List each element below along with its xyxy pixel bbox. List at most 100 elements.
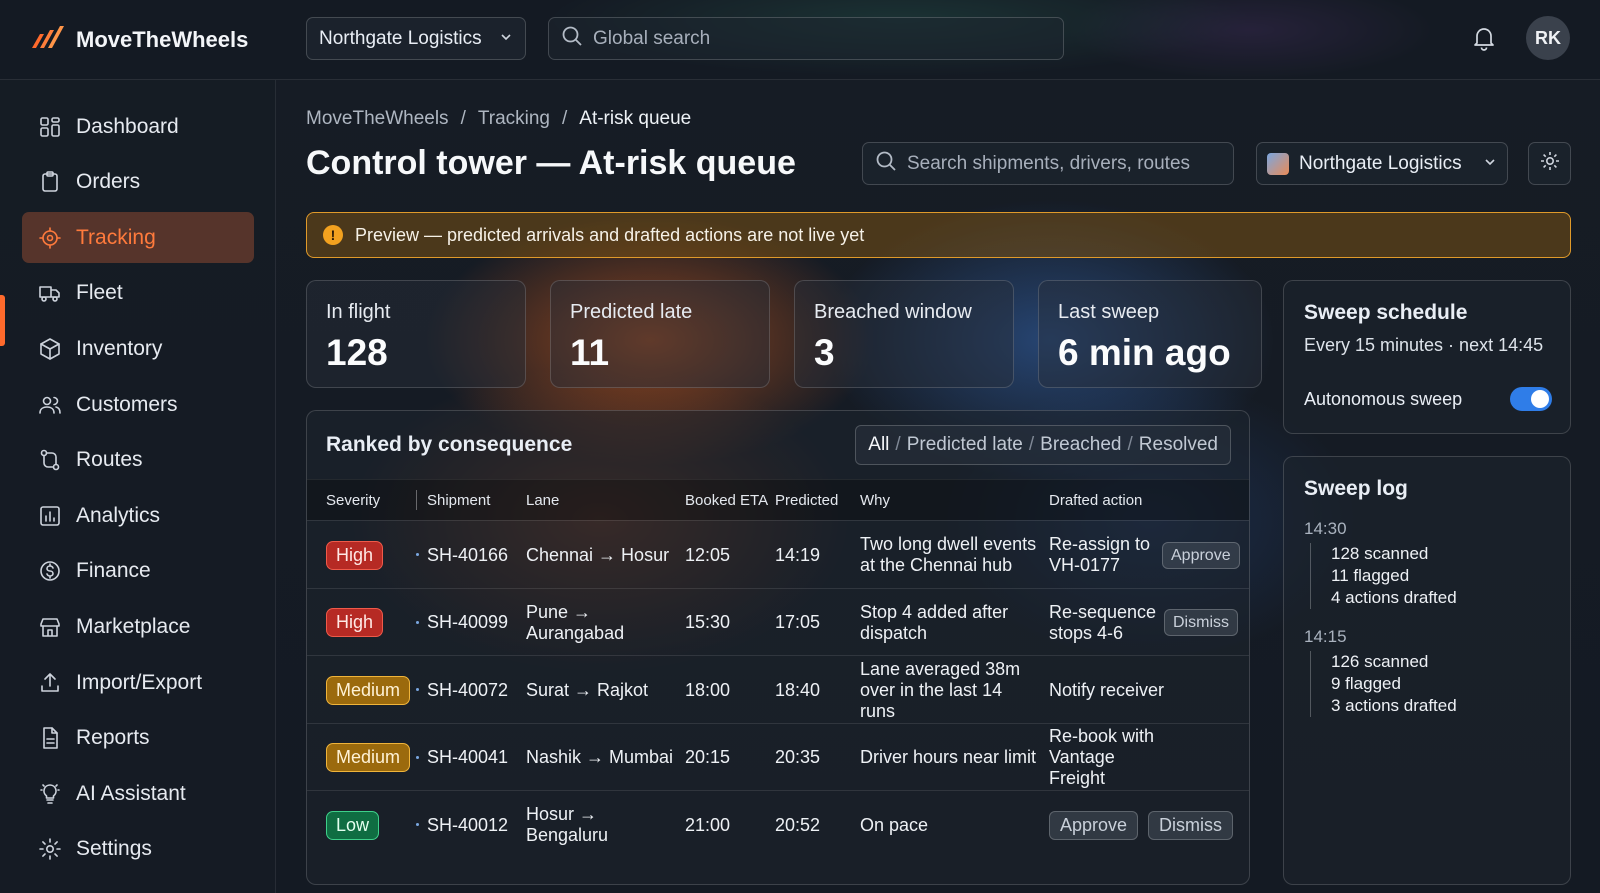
sweep-log-line: 126 scanned bbox=[1331, 652, 1429, 671]
sidebar-item-routes[interactable]: Routes bbox=[22, 435, 254, 486]
sidebar-item-customers[interactable]: Customers bbox=[22, 379, 254, 430]
search-input[interactable]: Search shipments, drivers, routes bbox=[862, 142, 1234, 185]
drafted-action: Re-assign to VH-0177 bbox=[1049, 534, 1151, 575]
autonomous-sweep-toggle[interactable] bbox=[1510, 387, 1552, 411]
sidebar-item-import-export[interactable]: Import/Export bbox=[22, 657, 254, 708]
chevron-down-icon bbox=[499, 28, 513, 50]
brand[interactable]: MoveTheWheels bbox=[30, 22, 248, 57]
table-row[interactable]: Medium SH-40041 Nashik → Mumbai 20:15 20:35 D… bbox=[307, 722, 1249, 792]
stat-predicted-late: Predicted late 11 bbox=[550, 280, 770, 388]
filter-predicted-late[interactable]: Predicted late bbox=[907, 434, 1023, 456]
severity-badge: Medium bbox=[326, 743, 411, 773]
queue-title: Ranked by consequence bbox=[326, 433, 573, 456]
column-header-shipment[interactable]: Shipment bbox=[427, 492, 490, 509]
sidebar-item-label: Marketplace bbox=[76, 614, 191, 638]
booked-eta: 18:00 bbox=[685, 679, 731, 700]
chart-icon bbox=[38, 504, 62, 528]
document-icon bbox=[38, 726, 62, 750]
table-row[interactable]: Medium SH-40072 Surat → Rajkot 18:00 18:40 La… bbox=[307, 655, 1249, 724]
column-header-predicted[interactable]: Predicted bbox=[775, 492, 838, 509]
shipment-id[interactable]: SH-40166 bbox=[427, 521, 508, 589]
sidebar-item-dashboard[interactable]: Dashboard bbox=[22, 101, 254, 152]
sweep-log-line: 11 flagged bbox=[1331, 566, 1410, 585]
approve-button[interactable]: Approve bbox=[1049, 810, 1139, 840]
preview-banner: ! Preview — predicted arrivals and draft… bbox=[306, 212, 1571, 258]
clipboard-icon bbox=[38, 170, 62, 194]
sidebar: Dashboard Orders Tracking Fleet Inventory Cus… bbox=[0, 80, 276, 893]
table-row[interactable]: High SH-40166 Chennai → Hosur 12:05 14:19 Two… bbox=[307, 520, 1249, 589]
stat-label: In flight bbox=[326, 301, 391, 323]
drafted-action: Re-sequence stops 4-6 bbox=[1049, 601, 1157, 643]
bell-icon[interactable] bbox=[1472, 25, 1496, 56]
sweep-log-line: 3 actions drafted bbox=[1331, 696, 1457, 715]
filter-all[interactable]: All bbox=[868, 434, 889, 456]
row-marker bbox=[416, 823, 419, 827]
gear-icon bbox=[38, 837, 62, 861]
active-indicator bbox=[0, 295, 5, 346]
sidebar-item-ai-assistant[interactable]: AI Assistant bbox=[22, 768, 254, 819]
shipment-id[interactable]: SH-40072 bbox=[427, 656, 508, 724]
column-header-why[interactable]: Why bbox=[860, 492, 890, 509]
shipment-id[interactable]: SH-40099 bbox=[427, 589, 508, 657]
table-row[interactable]: High SH-40099 Pune → Aurangabad 15:30 17:05 S… bbox=[307, 587, 1249, 657]
sweep-log-lines: 126 scanned 9 flagged 3 actions drafted bbox=[1310, 651, 1457, 717]
column-header-lane[interactable]: Lane bbox=[526, 492, 559, 509]
predicted-eta: 14:19 bbox=[775, 544, 821, 565]
sidebar-item-finance[interactable]: Finance bbox=[22, 546, 254, 597]
shipment-id[interactable]: SH-40012 bbox=[427, 791, 508, 859]
stat-value: 6 min ago bbox=[1058, 332, 1231, 373]
filter-breached[interactable]: Breached bbox=[1040, 434, 1121, 456]
filter-separator: / bbox=[1028, 434, 1035, 455]
autonomous-sweep-label: Autonomous sweep bbox=[1304, 388, 1463, 409]
sidebar-item-marketplace[interactable]: Marketplace bbox=[22, 601, 254, 652]
sweep-schedule-card: Sweep schedule Every 15 minutes · next 1… bbox=[1283, 280, 1571, 434]
avatar[interactable]: RK bbox=[1526, 16, 1570, 60]
brand-name: MoveTheWheels bbox=[76, 26, 249, 52]
sidebar-item-tracking[interactable]: Tracking bbox=[22, 212, 254, 264]
sidebar-item-fleet[interactable]: Fleet bbox=[22, 268, 254, 319]
filter-resolved[interactable]: Resolved bbox=[1139, 434, 1218, 456]
column-header-booked-eta[interactable]: Booked ETA bbox=[685, 492, 768, 509]
shipment-id[interactable]: SH-40041 bbox=[427, 724, 508, 792]
gear-icon bbox=[1539, 150, 1561, 177]
sweep-log-card: Sweep log 14:30 128 scanned 11 flagged 4… bbox=[1283, 456, 1571, 885]
route-icon bbox=[38, 448, 62, 472]
why: Lane averaged 38m over in the last 14 ru… bbox=[860, 658, 1021, 721]
org-selector[interactable]: Northgate Logistics bbox=[1256, 142, 1508, 185]
sidebar-item-label: AI Assistant bbox=[76, 781, 186, 805]
severity-cell: High bbox=[326, 589, 384, 657]
sidebar-item-reports[interactable]: Reports bbox=[22, 713, 254, 764]
org-selector[interactable]: Northgate Logistics bbox=[306, 17, 526, 60]
severity-badge: High bbox=[326, 608, 384, 638]
column-header-severity[interactable]: Severity bbox=[326, 492, 380, 509]
sidebar-item-label: Analytics bbox=[76, 503, 161, 527]
warning-icon: ! bbox=[323, 225, 343, 245]
breadcrumb-item-tracking[interactable]: Tracking bbox=[478, 108, 550, 130]
box-icon bbox=[38, 337, 62, 361]
table-row[interactable]: Low SH-40012 Hosur → Bengaluru 21:00 20:52 On… bbox=[307, 790, 1249, 859]
search-icon bbox=[875, 150, 897, 177]
row-marker bbox=[416, 620, 419, 624]
status-filter: All / Predicted late / Breached / Resolv… bbox=[855, 425, 1231, 465]
search-placeholder: Search shipments, drivers, routes bbox=[907, 152, 1191, 174]
breadcrumb-separator: / bbox=[562, 108, 568, 129]
sweep-log-entry: 14:15 126 scanned 9 flagged 3 actions dr… bbox=[1304, 627, 1457, 717]
breadcrumb-item-root[interactable]: MoveTheWheels bbox=[306, 108, 449, 130]
bulb-icon bbox=[38, 782, 62, 806]
stat-breached-window: Breached window 3 bbox=[794, 280, 1014, 388]
sidebar-item-settings[interactable]: Settings bbox=[22, 824, 254, 875]
column-header-drafted-action[interactable]: Drafted action bbox=[1049, 492, 1142, 509]
approve-button[interactable]: Approve bbox=[1162, 541, 1240, 569]
sidebar-item-analytics[interactable]: Analytics bbox=[22, 490, 254, 541]
sweep-log-entry: 14:30 128 scanned 11 flagged 4 actions d… bbox=[1304, 519, 1457, 609]
dismiss-button[interactable]: Dismiss bbox=[1148, 810, 1234, 840]
booked-eta: 20:15 bbox=[685, 747, 731, 768]
global-search-input[interactable]: Global search bbox=[548, 17, 1064, 60]
sidebar-item-orders[interactable]: Orders bbox=[22, 157, 254, 208]
sidebar-item-inventory[interactable]: Inventory bbox=[22, 323, 254, 374]
row-marker bbox=[416, 553, 419, 556]
top-bar: MoveTheWheels Northgate Logistics Global… bbox=[0, 0, 1600, 80]
sweep-log-line: 9 flagged bbox=[1331, 674, 1401, 693]
dismiss-button[interactable]: Dismiss bbox=[1164, 609, 1238, 637]
settings-button[interactable] bbox=[1528, 142, 1571, 185]
